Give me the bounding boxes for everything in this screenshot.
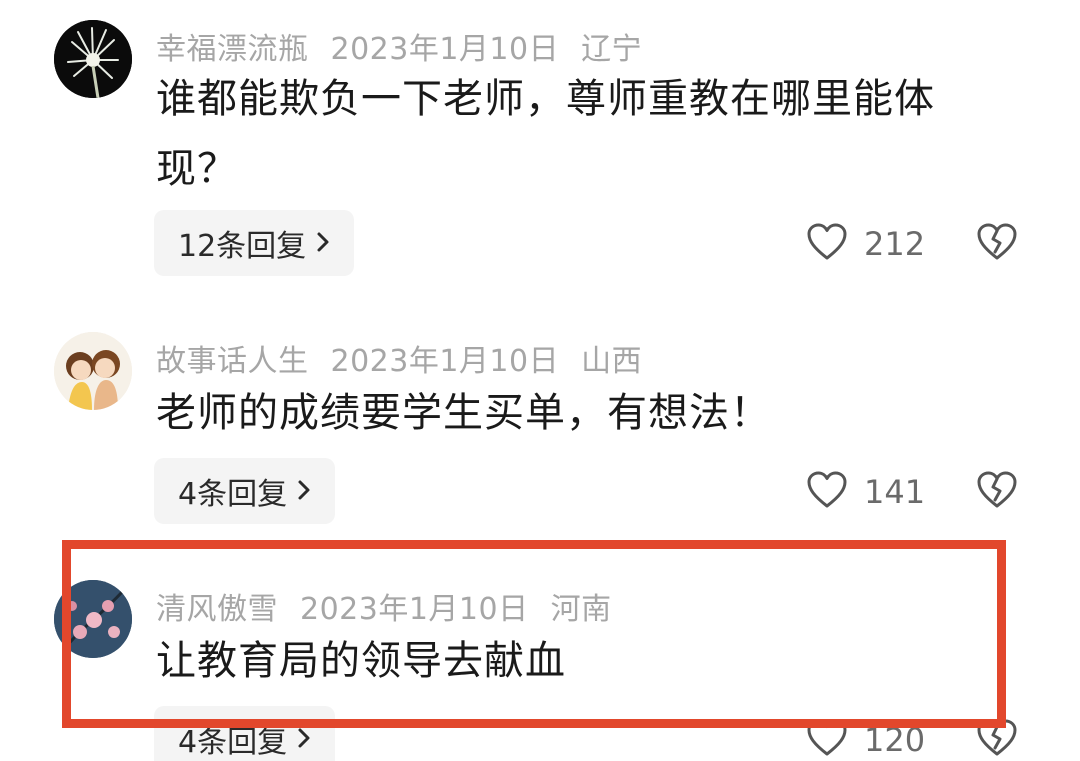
comment-text: 让教育局的领导去献血 bbox=[156, 638, 566, 684]
replies-button[interactable]: 12条回复 bbox=[154, 210, 355, 276]
comment-date: 2023年1月10日 bbox=[300, 592, 529, 627]
chevron-right-icon bbox=[316, 226, 330, 261]
replies-label: 4条回复 bbox=[178, 725, 288, 760]
chevron-right-icon bbox=[297, 722, 311, 757]
dislike-button[interactable] bbox=[976, 470, 1018, 514]
comment-location: 辽宁 bbox=[581, 32, 643, 67]
broken-heart-icon bbox=[976, 223, 1018, 266]
username[interactable]: 清风傲雪 bbox=[156, 592, 278, 627]
comment-location: 山西 bbox=[581, 344, 643, 379]
like-button[interactable]: 120 bbox=[806, 718, 925, 761]
chevron-right-icon bbox=[297, 474, 311, 509]
comment-meta: 故事话人生 2023年1月10日 山西 bbox=[156, 336, 664, 380]
comment-text: 老师的成绩要学生买单，有想法！ bbox=[156, 390, 771, 436]
replies-label: 4条回复 bbox=[178, 477, 288, 512]
heart-outline-icon bbox=[806, 470, 848, 514]
comment-location: 河南 bbox=[550, 592, 612, 627]
comment-date: 2023年1月10日 bbox=[330, 344, 560, 379]
avatar[interactable] bbox=[54, 580, 132, 658]
heart-outline-icon bbox=[806, 718, 848, 761]
username[interactable]: 幸福漂流瓶 bbox=[156, 32, 309, 67]
avatar[interactable] bbox=[54, 332, 132, 410]
like-count: 120 bbox=[864, 721, 926, 759]
comment-meta: 清风傲雪 2023年1月10日 河南 bbox=[156, 584, 634, 628]
comment-list: 幸福漂流瓶 2023年1月10日 辽宁 谁都能欺负一下老师，尊师重教在哪里能体现？ … bbox=[0, 0, 1080, 761]
comment-meta: 幸福漂流瓶 2023年1月10日 辽宁 bbox=[156, 24, 664, 68]
like-button[interactable]: 141 bbox=[806, 470, 925, 514]
broken-heart-icon bbox=[976, 719, 1018, 761]
avatar[interactable] bbox=[54, 20, 132, 98]
like-count: 141 bbox=[864, 473, 926, 511]
comment-text: 谁都能欺负一下老师，尊师重教在哪里能体现？ bbox=[156, 76, 935, 192]
replies-button[interactable]: 4条回复 bbox=[154, 706, 336, 761]
like-count: 212 bbox=[864, 225, 926, 263]
broken-heart-icon bbox=[976, 471, 1018, 514]
dislike-button[interactable] bbox=[976, 222, 1018, 266]
replies-label: 12条回复 bbox=[178, 229, 307, 264]
dislike-button[interactable] bbox=[976, 718, 1018, 761]
comment-date: 2023年1月10日 bbox=[330, 32, 560, 67]
replies-button[interactable]: 4条回复 bbox=[154, 458, 336, 524]
heart-outline-icon bbox=[806, 222, 848, 266]
username[interactable]: 故事话人生 bbox=[156, 344, 309, 379]
like-button[interactable]: 212 bbox=[806, 222, 925, 266]
